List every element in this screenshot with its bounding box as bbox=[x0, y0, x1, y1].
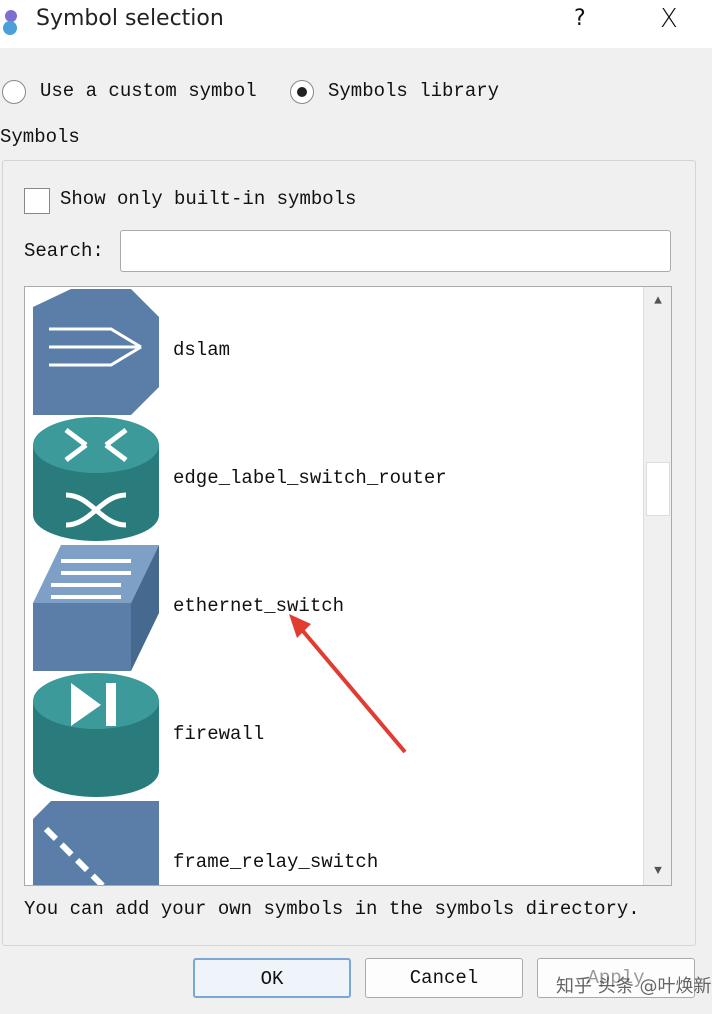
firewall-icon bbox=[33, 673, 159, 797]
symbols-list[interactable]: dslam edge_label_switch_router ethernet_… bbox=[24, 286, 672, 886]
app-icon bbox=[3, 10, 17, 35]
symbols-library-radio[interactable] bbox=[290, 80, 314, 104]
search-label: Search: bbox=[24, 240, 104, 262]
annotation-arrow bbox=[289, 614, 407, 754]
help-button[interactable]: ? bbox=[574, 6, 586, 31]
router-icon bbox=[33, 417, 159, 541]
hint-text: You can add your own symbols in the symb… bbox=[24, 898, 640, 920]
frame-relay-icon bbox=[33, 801, 159, 885]
builtin-only-checkbox[interactable] bbox=[24, 188, 50, 214]
watermark: 知乎 头条 @叶焕新 bbox=[556, 976, 712, 997]
symbols-group-title: Symbols bbox=[0, 126, 80, 148]
builtin-only-label[interactable]: Show only built-in symbols bbox=[60, 188, 356, 210]
dslam-icon bbox=[33, 289, 159, 415]
window-title: Symbol selection bbox=[36, 6, 224, 31]
cancel-button[interactable]: Cancel bbox=[365, 958, 523, 998]
symbol-name: edge_label_switch_router bbox=[173, 467, 447, 489]
ok-button[interactable]: OK bbox=[193, 958, 351, 998]
symbol-name: frame_relay_switch bbox=[173, 851, 379, 873]
switch-icon bbox=[33, 545, 159, 671]
list-scrollbar[interactable]: ▲ ▼ bbox=[643, 287, 671, 885]
list-item-edge-label-switch-router[interactable]: edge_label_switch_router bbox=[31, 415, 641, 543]
list-item-frame-relay-switch[interactable]: frame_relay_switch bbox=[31, 799, 641, 885]
custom-symbol-label[interactable]: Use a custom symbol bbox=[40, 80, 257, 102]
scroll-up-arrow-icon[interactable]: ▲ bbox=[644, 287, 671, 315]
custom-symbol-radio[interactable] bbox=[2, 80, 26, 104]
symbols-library-label[interactable]: Symbols library bbox=[328, 80, 499, 102]
close-button[interactable]: X bbox=[660, 4, 678, 34]
scroll-down-arrow-icon[interactable]: ▼ bbox=[644, 857, 671, 885]
search-input[interactable] bbox=[120, 230, 671, 272]
symbol-name: firewall bbox=[173, 723, 265, 745]
symbol-name: dslam bbox=[173, 339, 231, 361]
title-bar: Symbol selection ? X bbox=[0, 0, 712, 48]
list-item-dslam[interactable]: dslam bbox=[31, 287, 641, 415]
scrollbar-thumb[interactable] bbox=[646, 462, 670, 516]
